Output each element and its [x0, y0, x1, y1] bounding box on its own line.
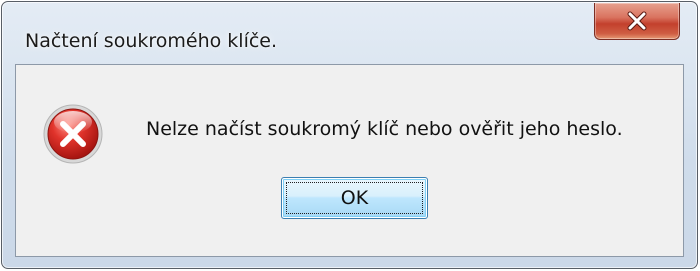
error-message: Nelze načíst soukromý klíč nebo ověřit j…: [146, 118, 623, 140]
dialog-window: Načtení soukromého klíče. Nelze načíst s…: [1, 1, 698, 269]
close-icon: [627, 11, 647, 31]
dialog-content-area: [15, 64, 684, 257]
ok-button[interactable]: OK: [281, 177, 428, 219]
window-title: Načtení soukromého klíče.: [25, 30, 278, 52]
title-bar[interactable]: Načtení soukromého klíče.: [2, 2, 697, 64]
error-icon: [42, 103, 104, 165]
close-button[interactable]: [594, 3, 680, 40]
ok-button-label: OK: [340, 187, 369, 209]
